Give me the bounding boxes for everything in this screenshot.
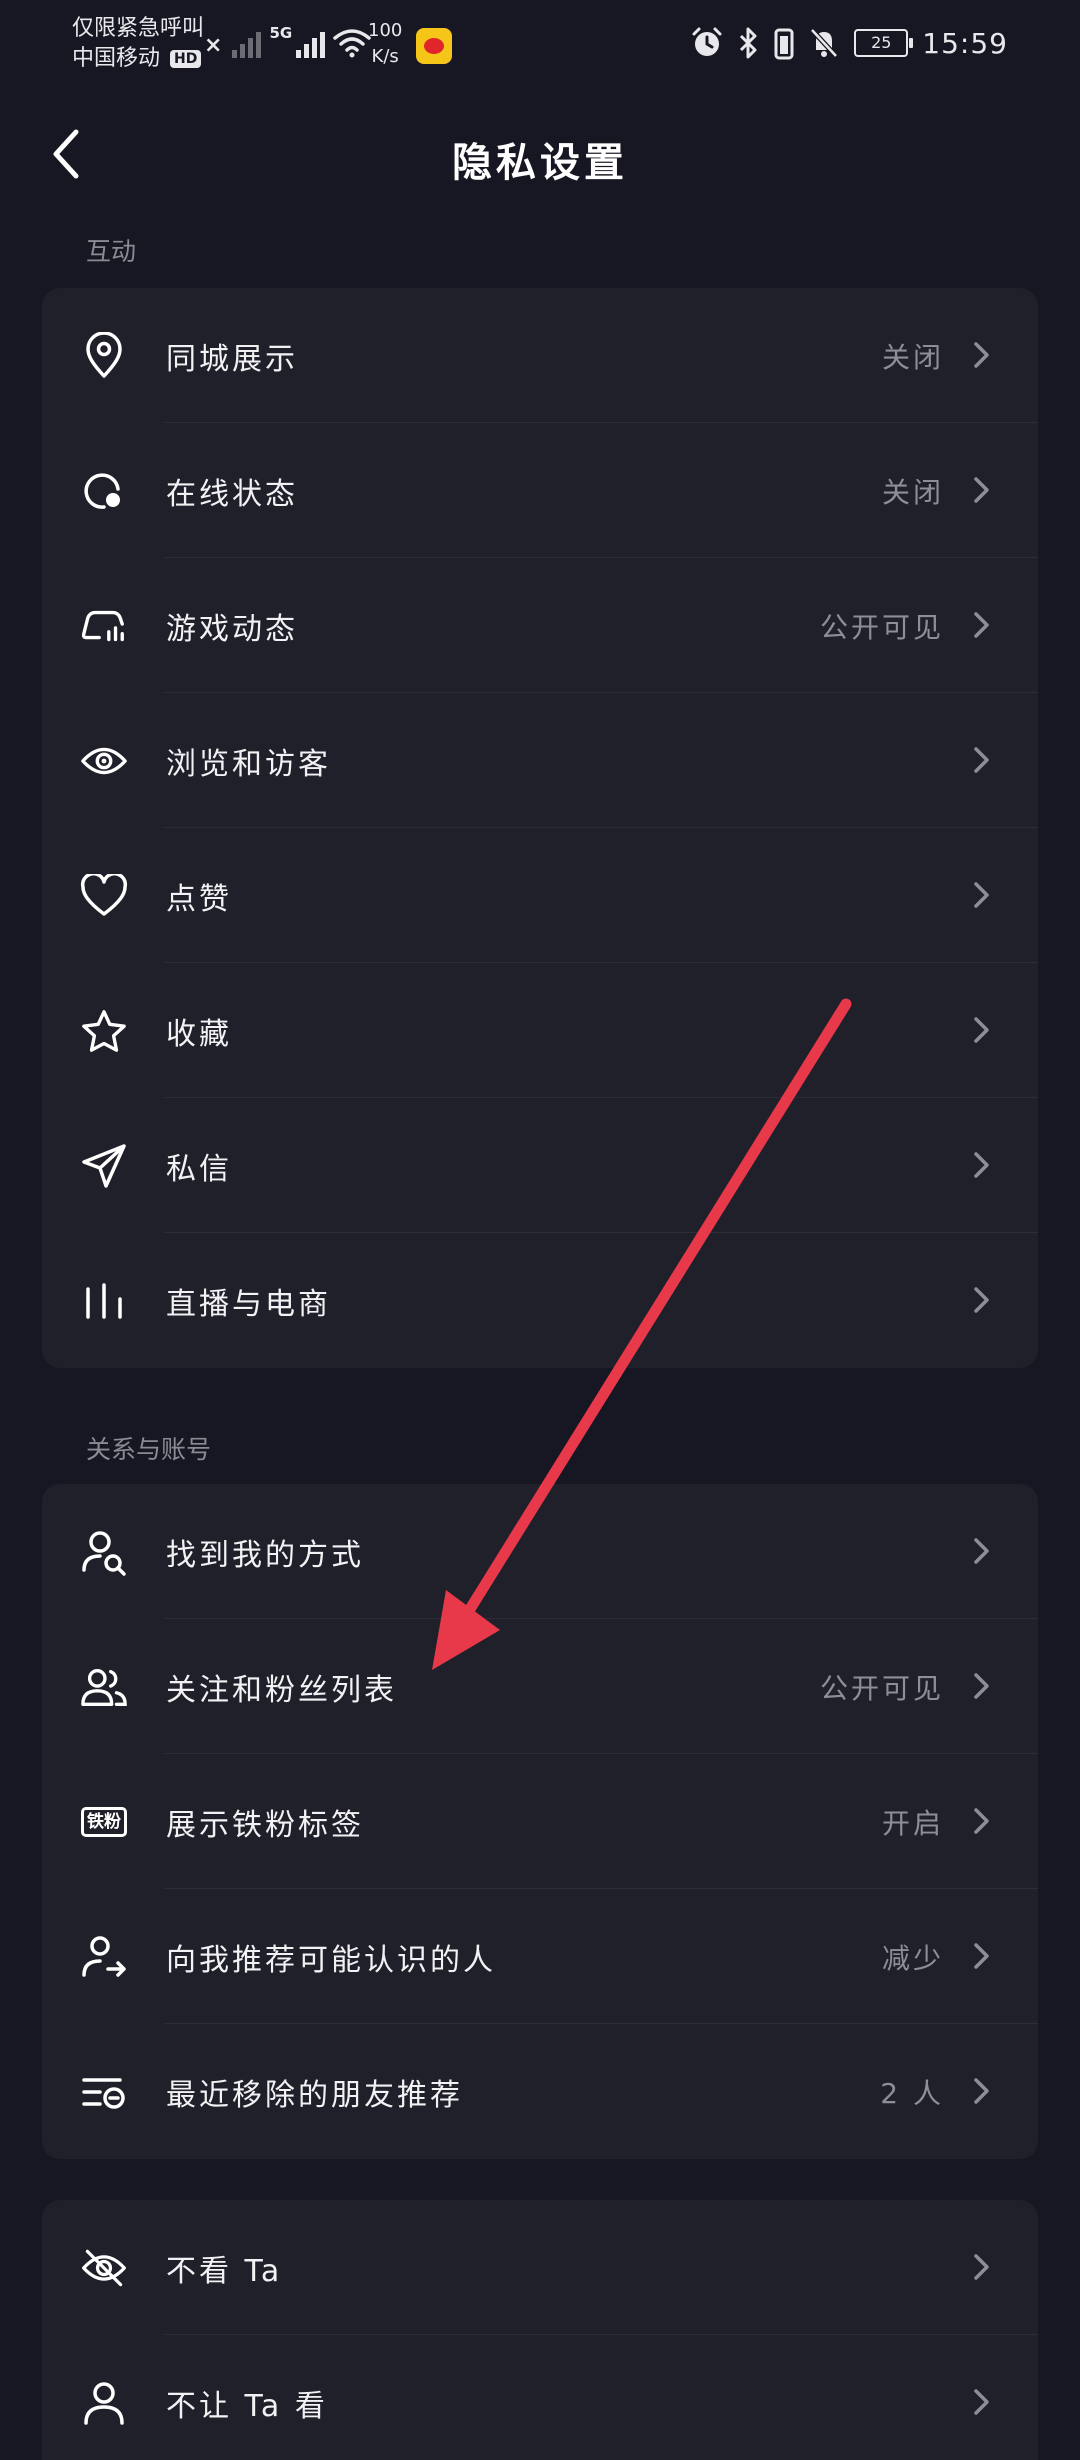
chevron-right-icon bbox=[974, 1538, 989, 1564]
removed-list-icon bbox=[80, 2068, 128, 2116]
setting-row-find-me[interactable]: 找到我的方式 bbox=[42, 1484, 1038, 1619]
chevron-right-icon bbox=[974, 1943, 989, 1969]
chevron-right-icon bbox=[974, 882, 989, 908]
chevron-right-icon bbox=[974, 1673, 989, 1699]
setting-row-local-display[interactable]: 同城展示 关闭 bbox=[42, 288, 1038, 423]
setting-label: 关注和粉丝列表 bbox=[166, 1672, 397, 1708]
location-pin-icon bbox=[80, 332, 128, 380]
setting-label: 不看 Ta bbox=[166, 2253, 283, 2289]
setting-label: 同城展示 bbox=[166, 341, 298, 377]
chevron-right-icon bbox=[974, 2389, 989, 2415]
setting-value: 关闭 bbox=[881, 475, 944, 509]
no-signal-icon: × bbox=[204, 33, 223, 58]
setting-row-recommend-people[interactable]: 向我推荐可能认识的人 减少 bbox=[42, 1889, 1038, 2024]
section-label-relations: 关系与账号 bbox=[86, 1435, 212, 1464]
setting-row-messages[interactable]: 私信 bbox=[42, 1098, 1038, 1233]
setting-label: 直播与电商 bbox=[166, 1286, 331, 1322]
bluetooth-icon bbox=[740, 27, 757, 59]
setting-row-favorites[interactable]: 收藏 bbox=[42, 963, 1038, 1098]
setting-label: 游戏动态 bbox=[166, 611, 298, 647]
find-person-icon bbox=[80, 1528, 128, 1576]
setting-label: 最近移除的朋友推荐 bbox=[166, 2077, 463, 2113]
setting-row-hide-ta[interactable]: 不看 Ta bbox=[42, 2200, 1038, 2335]
signal-bars-icon bbox=[296, 24, 326, 58]
carrier-name: 中国移动 bbox=[72, 46, 161, 71]
followers-icon bbox=[80, 1663, 128, 1711]
star-icon bbox=[80, 1007, 128, 1055]
setting-label: 点赞 bbox=[166, 881, 232, 917]
setting-value: 关闭 bbox=[881, 340, 944, 374]
page-header: 隐私设置 bbox=[0, 110, 1080, 200]
status-bar: 仅限紧急呼叫 中国移动 HD × 5G 100 K/s 25 15:59 bbox=[0, 0, 1080, 90]
chevron-right-icon bbox=[974, 1287, 989, 1313]
eye-icon bbox=[80, 737, 128, 785]
setting-value: 2 人 bbox=[880, 2076, 944, 2110]
setting-label: 找到我的方式 bbox=[166, 1537, 364, 1573]
network-type: 5G bbox=[269, 24, 293, 42]
weibo-notification-icon bbox=[416, 28, 452, 64]
setting-label: 在线状态 bbox=[166, 476, 298, 512]
status-icons-right: 25 15:59 bbox=[690, 26, 1008, 60]
chevron-right-icon bbox=[974, 342, 989, 368]
setting-row-fan-badge[interactable]: 铁粉 展示铁粉标签 开启 bbox=[42, 1754, 1038, 1889]
setting-row-block-ta[interactable]: 不让 Ta 看 bbox=[42, 2335, 1038, 2460]
person-icon bbox=[80, 2379, 128, 2427]
live-bars-icon bbox=[80, 1277, 128, 1325]
eye-off-icon bbox=[80, 2244, 128, 2292]
game-controller-icon bbox=[80, 602, 128, 650]
setting-row-followers-list[interactable]: 关注和粉丝列表 公开可见 bbox=[42, 1619, 1038, 1754]
setting-row-online-status[interactable]: 在线状态 关闭 bbox=[42, 423, 1038, 558]
mute-bell-icon bbox=[810, 28, 839, 58]
setting-row-removed-recommendations[interactable]: 最近移除的朋友推荐 2 人 bbox=[42, 2024, 1038, 2159]
setting-value: 公开可见 bbox=[819, 1671, 944, 1705]
wifi-icon bbox=[333, 29, 371, 58]
setting-label: 私信 bbox=[166, 1151, 232, 1187]
fan-badge-text: 铁粉 bbox=[81, 1807, 127, 1837]
page-title: 隐私设置 bbox=[452, 140, 628, 186]
chevron-right-icon bbox=[974, 2078, 989, 2104]
carrier-info: 仅限紧急呼叫 中国移动 HD bbox=[72, 14, 204, 74]
setting-value: 减少 bbox=[881, 1941, 944, 1975]
fan-badge-icon: 铁粉 bbox=[80, 1798, 128, 1846]
paper-plane-icon bbox=[80, 1142, 128, 1190]
chevron-right-icon bbox=[974, 747, 989, 773]
section-label-interaction: 互动 bbox=[86, 237, 137, 266]
setting-label: 浏览和访客 bbox=[166, 746, 331, 782]
setting-label: 向我推荐可能认识的人 bbox=[166, 1942, 496, 1978]
heart-icon bbox=[80, 872, 128, 920]
chevron-right-icon bbox=[974, 1808, 989, 1834]
recommend-person-icon bbox=[80, 1933, 128, 1981]
online-status-icon bbox=[80, 467, 128, 515]
chevron-right-icon bbox=[974, 1017, 989, 1043]
setting-row-game-activity[interactable]: 游戏动态 公开可见 bbox=[42, 558, 1038, 693]
chevron-right-icon bbox=[974, 1152, 989, 1178]
phone-battery-icon bbox=[774, 28, 794, 60]
chevron-right-icon bbox=[974, 477, 989, 503]
emergency-text: 仅限紧急呼叫 bbox=[72, 16, 205, 41]
setting-row-live-commerce[interactable]: 直播与电商 bbox=[42, 1233, 1038, 1368]
relations-card: 找到我的方式 关注和粉丝列表 公开可见 铁粉 展示铁粉标签 开启 向我推荐可能认… bbox=[42, 1484, 1038, 2159]
setting-row-views-visitors[interactable]: 浏览和访客 bbox=[42, 693, 1038, 828]
setting-value: 公开可见 bbox=[819, 610, 944, 644]
setting-label: 不让 Ta 看 bbox=[166, 2388, 328, 2424]
setting-label: 收藏 bbox=[166, 1016, 232, 1052]
alarm-icon bbox=[692, 27, 722, 56]
clock: 15:59 bbox=[922, 26, 1008, 60]
blocking-card: 不看 Ta 不让 Ta 看 bbox=[42, 2200, 1038, 2460]
battery-indicator: 25 bbox=[854, 29, 914, 57]
hd-badge: HD bbox=[170, 50, 202, 68]
signal-bars-icon bbox=[232, 24, 262, 58]
setting-value: 开启 bbox=[881, 1806, 944, 1840]
chevron-right-icon bbox=[974, 2254, 989, 2280]
setting-label: 展示铁粉标签 bbox=[166, 1807, 364, 1843]
setting-row-likes[interactable]: 点赞 bbox=[42, 828, 1038, 963]
interaction-card: 同城展示 关闭 在线状态 关闭 游戏动态 公开可见 浏览和访客 点赞 收藏 私信… bbox=[42, 288, 1038, 1368]
signal-indicators: × 5G bbox=[204, 24, 371, 58]
network-speed: 100 K/s bbox=[368, 20, 403, 67]
chevron-right-icon bbox=[974, 612, 989, 638]
